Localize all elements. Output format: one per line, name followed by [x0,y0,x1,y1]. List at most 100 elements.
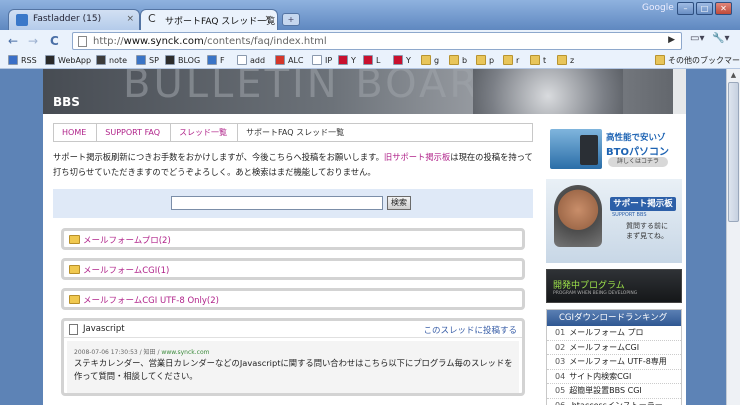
forum-item[interactable]: メールフォームプロ(2) [61,228,525,250]
breadcrumb-home[interactable]: HOME [54,124,98,141]
breadcrumb: HOME SUPPORT FAQ スレッド一覧 サポートFAQ スレッド一覧 [53,123,533,142]
banner-pager [673,69,686,114]
minimize-button[interactable]: – [677,2,694,15]
folder-icon [449,55,459,65]
tab-fastladder[interactable]: Fastladder (15) × [8,9,140,30]
search-button[interactable]: 検索 [387,196,411,210]
bookmark-favicon-icon [45,55,55,65]
bookmark-item[interactable]: t [530,54,546,67]
folder-icon [69,235,80,244]
page-menu-icon[interactable]: ▭▾ [690,33,704,44]
bookmark-item[interactable]: SP [136,54,159,67]
forum-link[interactable]: メールフォームプロ(2) [83,234,171,246]
thread-title[interactable]: Javascript [83,324,125,334]
forum-item[interactable]: メールフォームCGI UTF-8 Only(2) [61,288,525,310]
browser-toolbar: ← → C http://www.synck.com/contents/faq/… [0,30,740,52]
breadcrumb-support-faq[interactable]: SUPPORT FAQ [97,124,172,141]
tab-label: Fastladder (15) [33,14,102,24]
post-to-thread-link[interactable]: このスレッドに投稿する [423,324,517,336]
bookmark-item[interactable]: z [557,54,574,67]
bookmark-item[interactable]: F [207,54,225,67]
ranking-item[interactable]: 06 .htaccessインストーラー [547,399,681,405]
bookmark-item[interactable]: Y [393,54,411,67]
bookmark-favicon-icon [165,55,175,65]
breadcrumb-thread-list[interactable]: スレッド一覧 [171,124,239,141]
folder-icon [476,55,486,65]
google-label: Google [642,3,674,13]
url-text: http://www.synck.com/contents/faq/index.… [93,36,327,47]
old-bbs-link[interactable]: 旧サポート掲示板 [384,152,450,162]
bookmark-item[interactable]: g [421,54,439,67]
bookmark-item[interactable]: Y [338,54,356,67]
fastladder-favicon-icon [16,14,28,26]
reload-favicon-icon: C [148,12,156,25]
bto-pc-ad[interactable]: 高性能で安いゾ BTOパソコン 詳しくはコチラ [546,123,682,173]
pc-image [550,129,602,169]
details-button[interactable]: 詳しくはコチラ [608,157,668,167]
tab-close-icon[interactable]: × [264,14,272,24]
address-bar[interactable]: http://www.synck.com/contents/faq/index.… [72,32,682,50]
bookmark-favicon-icon [8,55,18,65]
thread-text: ステキカレンダー、営業日カレンダーなどのJavascriptに関する問い合わせは… [74,358,513,381]
bookmark-favicon-icon [312,55,322,65]
banner: BULLETIN BOARD BBS [43,69,686,114]
bookmark-item[interactable]: RSS [8,54,37,67]
tab-support-faq[interactable]: C サポートFAQ スレッド一覧 - ... × [140,9,278,31]
thread-body: 2008-07-06 17:30:53 / 知田 / www.synck.com… [67,341,519,393]
page-viewport: BULLETIN BOARD BBS HOME SUPPORT FAQ スレッド… [0,69,740,405]
tab-label: サポートFAQ スレッド一覧 - ... [165,17,277,27]
document-icon [69,324,78,335]
folder-icon [421,55,431,65]
reload-icon[interactable]: C [50,33,59,49]
thread-site-link[interactable]: www.synck.com [161,349,209,356]
ranking-item[interactable]: 01 メールフォーム プロ [547,326,681,341]
bookmark-item[interactable]: IP [312,54,332,67]
close-window-button[interactable]: ✕ [715,2,732,15]
folder-icon [655,55,665,65]
bookmark-item[interactable]: L [363,54,380,67]
bookmarks-bar: RSS WebApp note SP BLOG Fadd ALC IP Y L Yg b p r t z その… [0,52,740,69]
wrench-menu-icon[interactable]: 🔧▾ [712,33,729,44]
search-area: 検索 [53,189,533,218]
bookmark-item[interactable]: add [237,54,265,67]
bookmark-other[interactable]: その他のブックマーク [655,54,740,67]
page-scrollbar[interactable]: ▲ [726,69,740,405]
banner-bg-text: BULLETIN BOARD [123,69,514,107]
bookmark-favicon-icon [207,55,217,65]
bookmark-item[interactable]: b [449,54,467,67]
bookmark-item[interactable]: note [96,54,127,67]
bookmark-item[interactable]: ALC [275,54,304,67]
forum-link[interactable]: メールフォームCGI(1) [83,264,169,276]
ranking-item[interactable]: 05 超簡単設置BBS CGI [547,384,681,399]
bookmark-item[interactable]: BLOG [165,54,200,67]
tab-close-icon[interactable]: × [126,14,134,24]
ranking-item[interactable]: 04 サイト内検索CGI [547,370,681,384]
search-input[interactable] [171,196,383,210]
bookmark-favicon-icon [96,55,106,65]
new-tab-button[interactable]: + [282,13,300,26]
title-bar: Fastladder (15) × C サポートFAQ スレッド一覧 - ...… [0,0,740,31]
bookmark-favicon-icon [275,55,285,65]
bookmark-item[interactable]: r [503,54,519,67]
back-arrow-icon[interactable]: ← [8,33,18,49]
play-icon[interactable]: ▶ [668,35,675,45]
forward-arrow-icon[interactable]: → [28,33,38,49]
bookmark-favicon-icon [393,55,403,65]
folder-icon [557,55,567,65]
ranking-item[interactable]: 02 メールフォームCGI [547,341,681,355]
scroll-thumb[interactable] [728,82,739,222]
main-content: HOME SUPPORT FAQ スレッド一覧 サポートFAQ スレッド一覧 サ… [53,123,533,396]
forum-link[interactable]: メールフォームCGI UTF-8 Only(2) [83,294,219,306]
bookmark-item[interactable]: WebApp [45,54,91,67]
dev-program-banner[interactable]: 開発中プログラム PROGRAM WHEN BEING DEVELOPING [546,269,682,303]
bookmark-favicon-icon [136,55,146,65]
forum-item[interactable]: メールフォームCGI(1) [61,258,525,280]
maximize-button[interactable]: □ [696,2,713,15]
support-bbs-banner[interactable]: サポート掲示板 SUPPORT BBS 質問する前に まず見てね。 [546,179,682,263]
scroll-up-icon[interactable]: ▲ [727,69,740,81]
bookmark-item[interactable]: p [476,54,494,67]
bookmark-favicon-icon [338,55,348,65]
ranking-item[interactable]: 03 メールフォーム UTF-8専用 [547,355,681,370]
sidebar: 高性能で安いゾ BTOパソコン 詳しくはコチラ サポート掲示板 SUPPORT … [546,123,682,405]
folder-icon [503,55,513,65]
